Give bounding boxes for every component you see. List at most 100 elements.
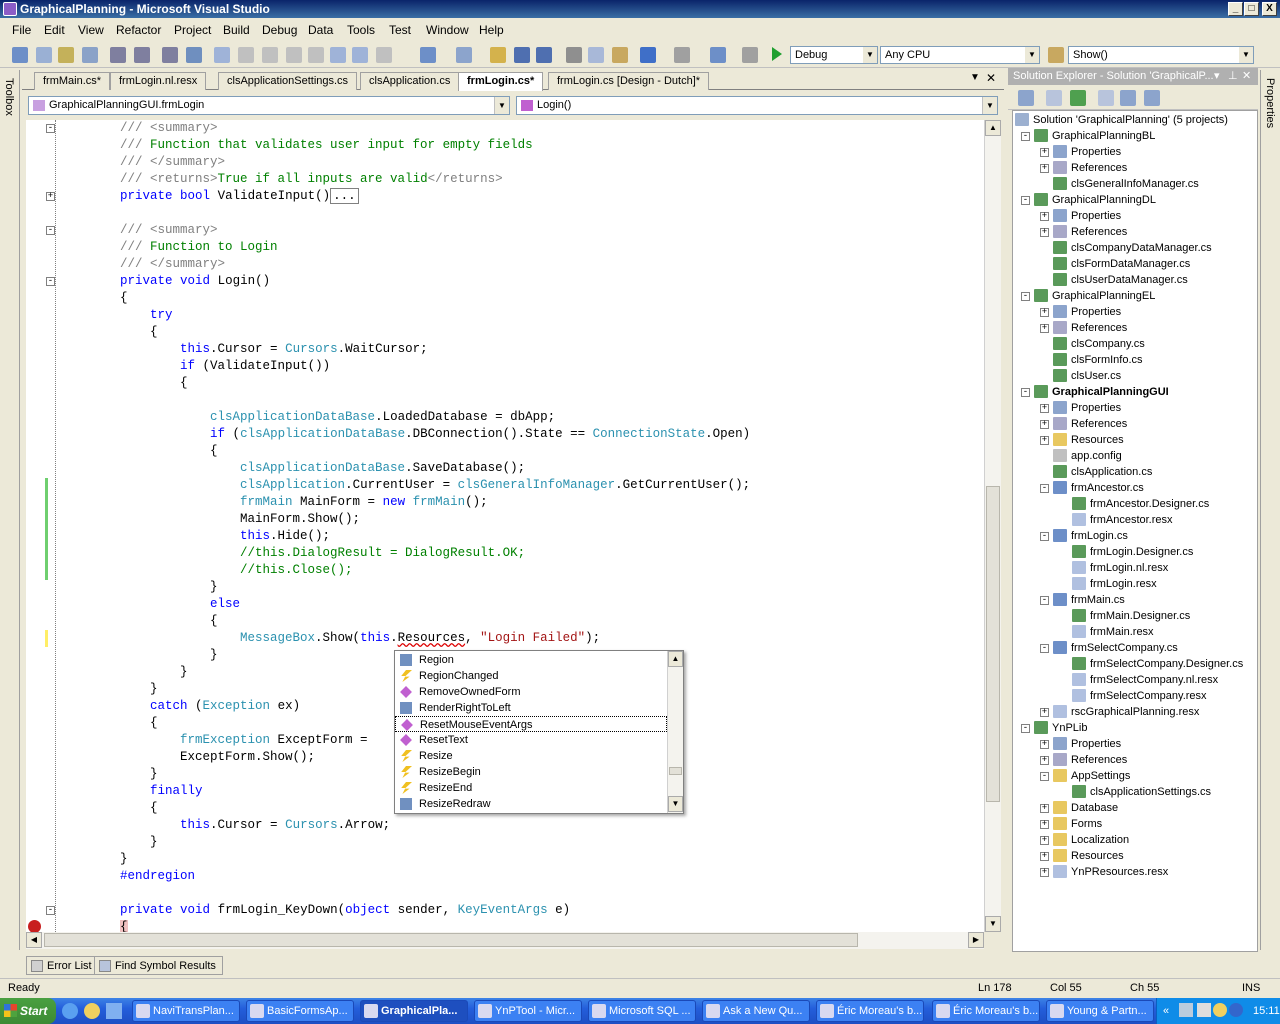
tab-find-symbol-results[interactable]: Find Symbol Results <box>94 956 223 975</box>
tree-expand-toggle[interactable]: + <box>1040 820 1049 829</box>
tree-item[interactable]: frmSelectCompany.cs <box>1053 640 1178 656</box>
taskbar-button[interactable]: NaviTransPlan... <box>132 1000 240 1022</box>
tree-item[interactable]: clsApplication.cs <box>1053 464 1152 480</box>
completion-item[interactable]: ResizeBegin <box>395 764 667 780</box>
tab-clsapplicationsettings-cs[interactable]: clsApplicationSettings.cs <box>218 72 358 90</box>
tree-item[interactable]: app.config <box>1053 448 1122 464</box>
tab-frmmain-cs[interactable]: frmMain.cs* <box>34 72 111 90</box>
tree-item[interactable]: frmMain.cs <box>1053 592 1125 608</box>
scroll-left-icon[interactable]: ◀ <box>26 932 42 948</box>
tree-item[interactable]: YnPResources.resx <box>1053 864 1168 880</box>
tree-expand-toggle[interactable]: + <box>1040 404 1049 413</box>
tree-item[interactable]: frmLogin.cs <box>1053 528 1128 544</box>
scroll-down-icon[interactable]: ▼ <box>668 796 683 812</box>
tree-collapse-toggle[interactable]: - <box>1040 532 1049 541</box>
menu-project[interactable]: Project <box>174 22 211 38</box>
menu-file[interactable]: File <box>12 22 31 38</box>
menu-build[interactable]: Build <box>223 22 250 38</box>
menu-debug[interactable]: Debug <box>262 22 297 38</box>
tree-item[interactable]: References <box>1053 752 1127 768</box>
solution-platform-combo[interactable]: Any CPU ▼ <box>880 46 1040 64</box>
breakpoint-icon[interactable] <box>28 920 41 932</box>
next-bookmark-folder-icon[interactable] <box>308 47 324 63</box>
volume-icon[interactable] <box>1197 1003 1211 1017</box>
toolbox-strip[interactable]: Toolbox <box>0 70 20 950</box>
class-combo[interactable]: GraphicalPlanningGUI.frmLogin ▼ <box>28 96 510 115</box>
tree-item[interactable]: Database <box>1053 800 1118 816</box>
properties-strip[interactable]: Properties <box>1260 70 1280 950</box>
tab-frmlogin-nl-resx[interactable]: frmLogin.nl.resx <box>110 72 207 90</box>
taskbar-button[interactable]: Microsoft SQL ... <box>588 1000 696 1022</box>
tree-item[interactable]: Localization <box>1053 832 1129 848</box>
tree-item[interactable]: frmMain.resx <box>1072 624 1154 640</box>
tree-item[interactable]: GraphicalPlanningDL <box>1034 192 1156 208</box>
pin-icon[interactable]: ⊥ <box>1228 68 1238 85</box>
taskbar-button[interactable]: Éric Moreau's b... <box>816 1000 924 1022</box>
solution-tree[interactable]: Solution 'GraphicalPlanning' (5 projects… <box>1012 110 1258 952</box>
antivirus-icon[interactable] <box>1229 1003 1243 1017</box>
new-item-icon[interactable] <box>456 47 472 63</box>
next-doc-bookmark-icon[interactable] <box>352 47 368 63</box>
tree-item[interactable]: Properties <box>1053 304 1121 320</box>
messenger-icon[interactable] <box>1213 1003 1227 1017</box>
tree-expand-toggle[interactable]: + <box>1040 868 1049 877</box>
tree-expand-toggle[interactable]: + <box>1040 420 1049 429</box>
tree-expand-toggle[interactable]: + <box>1040 148 1049 157</box>
tree-expand-toggle[interactable]: + <box>1040 740 1049 749</box>
tree-item[interactable]: Resources <box>1053 432 1124 448</box>
completion-item-selected[interactable]: ResetMouseEventArgs <box>395 716 667 732</box>
tree-item[interactable]: References <box>1053 160 1127 176</box>
cut-icon[interactable] <box>566 47 582 63</box>
editor-vertical-scrollbar[interactable]: ▲ ▼ <box>984 120 1001 932</box>
chevron-down-icon[interactable]: ▼ <box>494 97 509 114</box>
menu-test[interactable]: Test <box>389 22 411 38</box>
completion-item[interactable]: ResetText <box>395 732 667 748</box>
quicklaunch-icon[interactable] <box>106 1003 122 1019</box>
find-combo[interactable]: Show() ▼ <box>1068 46 1254 64</box>
tree-item[interactable]: frmLogin.Designer.cs <box>1072 544 1193 560</box>
scroll-up-icon[interactable]: ▲ <box>668 651 683 667</box>
indent-icon[interactable] <box>134 47 150 63</box>
tree-item[interactable]: frmAncestor.cs <box>1053 480 1144 496</box>
completion-item[interactable]: ResizeRedraw <box>395 796 667 812</box>
network-icon[interactable] <box>1179 1003 1193 1017</box>
new-project-icon[interactable] <box>12 47 28 63</box>
tree-item[interactable]: Resources <box>1053 848 1124 864</box>
refresh-icon[interactable] <box>1070 90 1086 106</box>
tree-item[interactable]: References <box>1053 416 1127 432</box>
taskbar-button[interactable]: GraphicalPla... <box>360 1000 468 1022</box>
tree-expand-toggle[interactable]: + <box>1040 308 1049 317</box>
class-diagram-icon[interactable] <box>1144 90 1160 106</box>
tree-item[interactable]: clsApplicationSettings.cs <box>1072 784 1211 800</box>
completion-item[interactable]: RegionChanged <box>395 668 667 684</box>
taskbar-button[interactable]: Éric Moreau's b... <box>932 1000 1040 1022</box>
copy-icon[interactable] <box>588 47 604 63</box>
menu-refactor[interactable]: Refactor <box>116 22 161 38</box>
navigate-forward-icon[interactable] <box>742 47 758 63</box>
maximize-button[interactable]: □ <box>1244 2 1259 16</box>
tree-collapse-toggle[interactable]: - <box>1040 644 1049 653</box>
tree-item[interactable]: frmSelectCompany.Designer.cs <box>1072 656 1243 672</box>
solution-configuration-combo[interactable]: Debug ▼ <box>790 46 878 64</box>
tab-clsapplication-cs[interactable]: clsApplication.cs <box>360 72 460 90</box>
completion-item[interactable]: RemoveOwnedForm <box>395 684 667 700</box>
close-document-icon[interactable]: ✕ <box>986 71 996 85</box>
clock[interactable]: 15:11 <box>1253 998 1280 1024</box>
tree-expand-toggle[interactable]: + <box>1040 164 1049 173</box>
find-in-files-icon[interactable] <box>1048 47 1064 63</box>
clear-bookmarks-icon[interactable] <box>376 47 392 63</box>
taskbar-button[interactable]: Ask a New Qu... <box>702 1000 810 1022</box>
start-button[interactable]: Start <box>0 998 56 1024</box>
tree-collapse-toggle[interactable]: - <box>1021 196 1030 205</box>
view-code-icon[interactable] <box>1098 90 1114 106</box>
tree-item[interactable]: Properties <box>1053 144 1121 160</box>
completion-item[interactable]: Resize <box>395 748 667 764</box>
tree-item[interactable]: Forms <box>1053 816 1102 832</box>
menu-tools[interactable]: Tools <box>347 22 375 38</box>
outdent-icon[interactable] <box>110 47 126 63</box>
tree-expand-toggle[interactable]: + <box>1040 836 1049 845</box>
tree-collapse-toggle[interactable]: - <box>1021 132 1030 141</box>
completion-item[interactable]: ResizeEnd <box>395 780 667 796</box>
chevron-down-icon[interactable]: ▼ <box>1025 47 1039 63</box>
tree-collapse-toggle[interactable]: - <box>1040 772 1049 781</box>
